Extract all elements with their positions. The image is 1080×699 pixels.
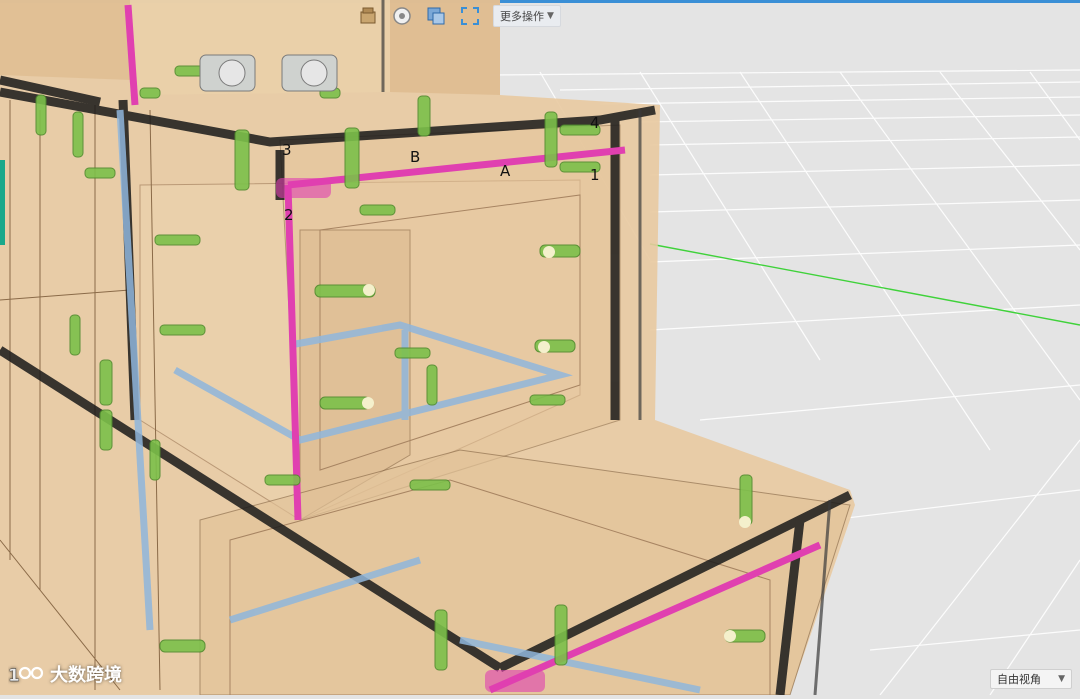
box-view-button[interactable]: [355, 3, 381, 29]
label-point-1: 1: [590, 166, 600, 184]
duplicate-button[interactable]: [423, 3, 449, 29]
label-point-2: 2: [284, 206, 294, 224]
watermark-text: 大数跨境: [50, 665, 122, 686]
side-marker: [0, 160, 5, 245]
copy-icon: [427, 7, 445, 25]
more-actions-label: 更多操作: [500, 10, 544, 23]
3d-viewport[interactable]: 1 2 3 4 A B: [0, 0, 1080, 696]
label-edge-a: A: [500, 162, 511, 180]
view-mode-select[interactable]: 自由视角 ▼: [990, 669, 1072, 689]
label-edge-b: B: [410, 148, 420, 166]
chevron-down-icon: ▼: [547, 11, 554, 21]
target-icon: [393, 7, 411, 25]
brand-logo-icon: 1: [8, 666, 44, 685]
svg-text:1: 1: [8, 666, 20, 685]
watermark: 1 大数跨境: [8, 661, 122, 687]
viewer-toolbar: 更多操作 ▼: [355, 3, 561, 29]
label-point-4: 4: [590, 114, 600, 132]
cabinet-model[interactable]: [0, 0, 855, 696]
focus-button[interactable]: [389, 3, 415, 29]
fullscreen-icon: [461, 7, 479, 25]
scene-canvas[interactable]: 1 2 3 4 A B: [0, 0, 1080, 696]
chevron-down-icon: ▼: [1058, 674, 1065, 684]
more-actions-dropdown[interactable]: 更多操作 ▼: [493, 5, 561, 27]
view-mode-value: 自由视角: [997, 673, 1041, 686]
label-point-3: 3: [282, 141, 292, 159]
x-axis-line: [649, 243, 1080, 326]
fullscreen-button[interactable]: [457, 3, 483, 29]
box-icon: [360, 7, 376, 24]
